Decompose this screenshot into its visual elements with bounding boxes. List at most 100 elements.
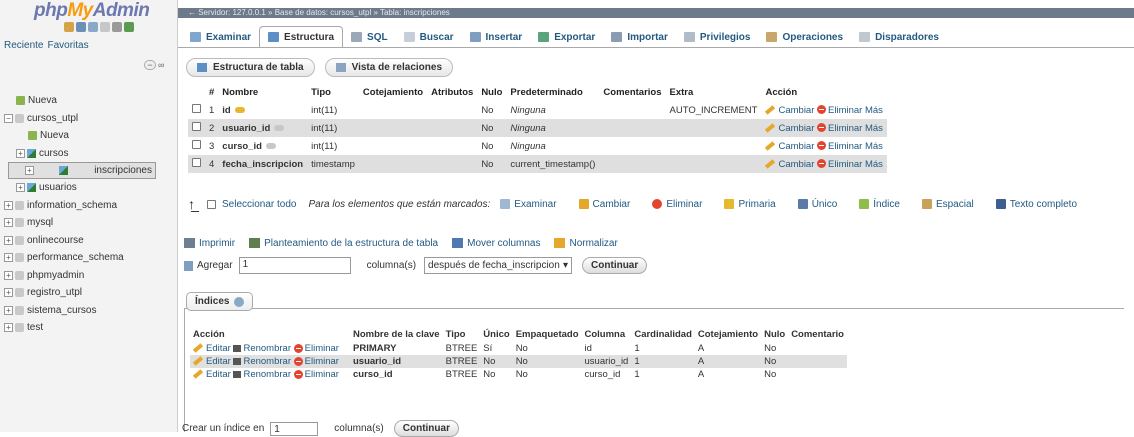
create-index-continue-button[interactable]: Continuar [393, 420, 459, 437]
collapse-icon[interactable]: − [4, 113, 13, 123]
expand-icon[interactable]: + [4, 200, 13, 210]
more-button[interactable]: Más [865, 105, 883, 116]
row-checkbox[interactable] [192, 140, 201, 149]
edit-index-button[interactable]: Editar [192, 343, 231, 354]
tree-item[interactable]: + test [0, 319, 178, 337]
collapse-all-button[interactable]: − [144, 60, 156, 70]
expand-icon[interactable]: + [4, 253, 13, 263]
expand-icon[interactable]: + [4, 270, 13, 280]
expand-icon[interactable]: + [4, 288, 13, 298]
tab-buscar[interactable]: Buscar [396, 26, 462, 48]
expand-icon[interactable]: + [4, 235, 13, 245]
link-with-main-icon[interactable]: ∞ [158, 60, 164, 70]
pencil-icon [765, 141, 776, 151]
tree-item[interactable]: Nueva [0, 127, 178, 145]
home-icon[interactable] [64, 22, 74, 32]
selected-índice-button[interactable]: Índice [859, 199, 900, 210]
index-column-header: Empaquetado [512, 326, 582, 342]
index-column-header: Tipo [442, 326, 481, 342]
delete-button[interactable]: Eliminar [817, 123, 862, 134]
expand-icon[interactable]: + [4, 218, 13, 228]
phpmyadmin-logo[interactable]: phpMyAdmin [34, 0, 150, 22]
logout-icon[interactable] [76, 22, 86, 32]
tree-item[interactable]: Nueva [0, 92, 178, 110]
delete-index-button[interactable]: Eliminar [293, 369, 339, 380]
delete-button[interactable]: Eliminar [817, 105, 862, 116]
change-button[interactable]: Cambiar [765, 123, 814, 134]
tab-exportar[interactable]: Exportar [530, 26, 603, 48]
tab-recent[interactable]: Reciente [4, 40, 43, 51]
breadcrumb[interactable]: ← Servidor: 127.0.0.1 » Base de datos: c… [178, 8, 1134, 18]
add-columns-input[interactable]: 1 [238, 257, 351, 274]
tree-item[interactable]: + onlinecourse [0, 232, 178, 250]
reload-icon[interactable] [124, 22, 134, 32]
change-button[interactable]: Cambiar [765, 105, 814, 116]
more-button[interactable]: Más [865, 159, 883, 170]
print-link[interactable]: Imprimir [184, 238, 235, 249]
select-all-label[interactable]: Seleccionar todo [222, 199, 297, 210]
row-checkbox[interactable] [192, 122, 201, 131]
tree-item[interactable]: + information_schema [0, 197, 178, 215]
tab-examinar[interactable]: Examinar [182, 26, 259, 48]
edit-index-button[interactable]: Editar [192, 356, 231, 367]
tree-item[interactable]: + inscripciones [8, 162, 156, 179]
rename-index-button[interactable]: Renombrar [233, 343, 291, 354]
delete-index-button[interactable]: Eliminar [293, 356, 339, 367]
tree-item[interactable]: + usuarios [0, 179, 178, 197]
selected-cambiar-button[interactable]: Cambiar [578, 199, 630, 210]
tab-importar[interactable]: Importar [603, 26, 676, 48]
add-continue-button[interactable]: Continuar [582, 257, 648, 274]
more-button[interactable]: Más [865, 141, 883, 152]
tree-item[interactable]: + cursos [0, 145, 178, 163]
change-button[interactable]: Cambiar [765, 141, 814, 152]
move-columns-link[interactable]: Mover columnas [452, 238, 540, 249]
selected-examinar-button[interactable]: Examinar [500, 199, 557, 210]
tab-privilegios[interactable]: Privilegios [676, 26, 759, 48]
tab-disparadores[interactable]: Disparadores [851, 26, 947, 48]
selected-espacial-button[interactable]: Espacial [921, 199, 974, 210]
change-button[interactable]: Cambiar [765, 159, 814, 170]
indexes-legend[interactable]: Índices [186, 292, 254, 311]
tab-sql[interactable]: SQL [343, 26, 396, 48]
selected-texto-completo-button[interactable]: Texto completo [995, 199, 1077, 210]
tab-favorites[interactable]: Favoritas [47, 40, 88, 51]
selected-eliminar-button[interactable]: Eliminar [652, 199, 702, 210]
tree-item[interactable]: + phpmyadmin [0, 267, 178, 285]
row-checkbox[interactable] [192, 158, 201, 167]
row-checkbox[interactable] [192, 104, 201, 113]
expand-icon[interactable]: + [16, 148, 25, 158]
help-icon[interactable] [88, 22, 98, 32]
tree-item[interactable]: + mysql [0, 214, 178, 232]
subtab-relation-view[interactable]: Vista de relaciones [324, 58, 454, 77]
delete-index-button[interactable]: Eliminar [293, 343, 339, 354]
tree-item[interactable]: + performance_schema [0, 249, 178, 267]
delete-button[interactable]: Eliminar [817, 141, 862, 152]
propose-link[interactable]: Planteamiento de la estructura de tabla [249, 238, 438, 249]
subtab-table-structure[interactable]: Estructura de tabla [186, 58, 315, 77]
tree-item[interactable]: + sistema_cursos [0, 302, 178, 320]
tree-item[interactable]: + registro_utpl [0, 284, 178, 302]
select-all-checkbox[interactable] [207, 199, 216, 209]
rename-index-button[interactable]: Renombrar [233, 356, 291, 367]
edit-index-button[interactable]: Editar [192, 369, 231, 380]
tab-operaciones[interactable]: Operaciones [758, 26, 851, 48]
selected-único-button[interactable]: Único [797, 199, 837, 210]
tree-item[interactable]: − cursos_utpl [0, 110, 178, 128]
selected-primaria-button[interactable]: Primaria [724, 199, 776, 210]
normalize-link[interactable]: Normalizar [554, 238, 618, 249]
help-icon[interactable] [234, 296, 245, 307]
more-button[interactable]: Más [865, 123, 883, 134]
delete-button[interactable]: Eliminar [817, 159, 862, 170]
add-position-select[interactable]: después de fecha_inscripcion ▾ [424, 257, 573, 274]
expand-icon[interactable]: + [4, 323, 13, 333]
tab-estructura[interactable]: Estructura [259, 26, 344, 48]
expand-icon[interactable]: + [16, 183, 25, 193]
rename-index-button[interactable]: Renombrar [233, 369, 291, 380]
settings-icon[interactable] [112, 22, 122, 32]
docs-icon[interactable] [100, 22, 110, 32]
tab-insertar[interactable]: Insertar [462, 26, 531, 48]
create-index-input[interactable]: 1 [270, 421, 319, 436]
index-cardinality: 1 [631, 342, 695, 355]
expand-icon[interactable]: + [25, 166, 34, 175]
expand-icon[interactable]: + [4, 305, 13, 315]
